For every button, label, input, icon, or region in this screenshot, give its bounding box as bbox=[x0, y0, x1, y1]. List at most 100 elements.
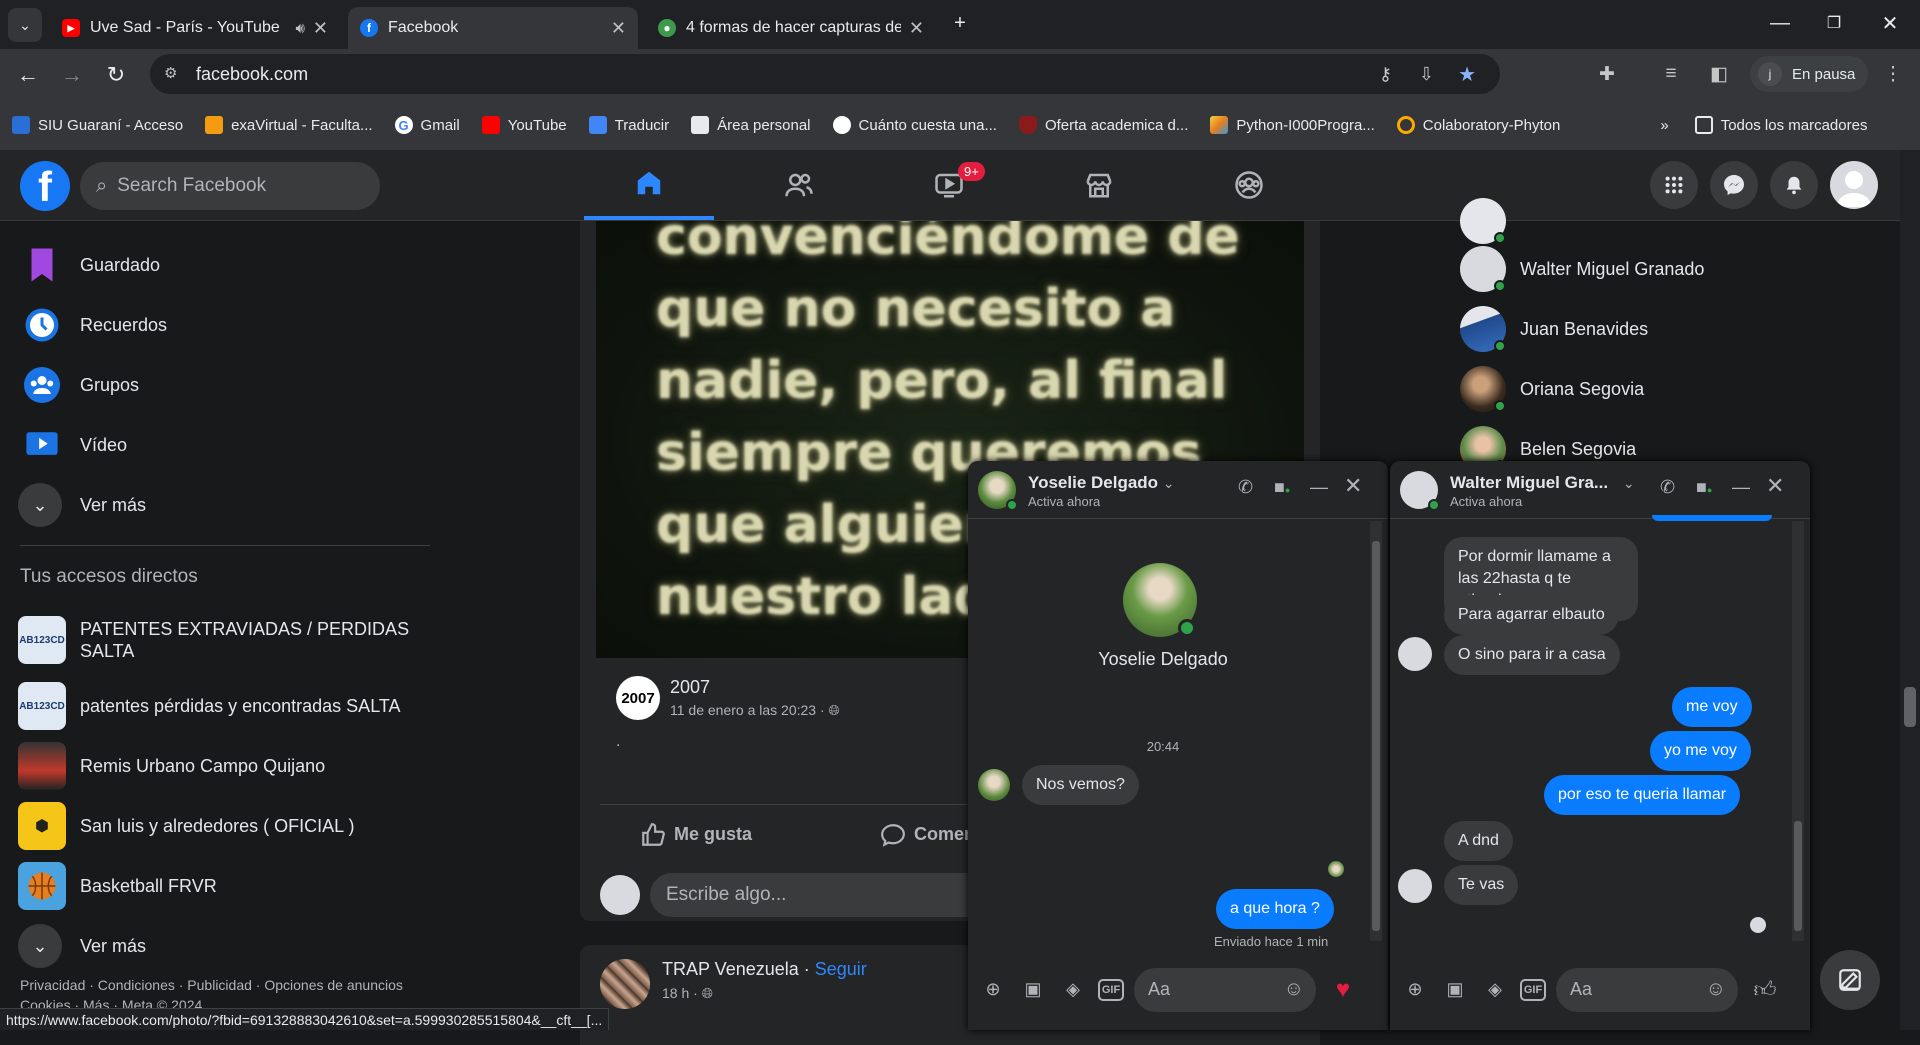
tab-search-button[interactable]: ⌄ bbox=[8, 8, 42, 42]
nav-watch[interactable]: 9+ bbox=[884, 150, 1014, 220]
scrollbar-thumb[interactable] bbox=[1904, 687, 1916, 727]
new-tab-icon[interactable]: + bbox=[940, 8, 980, 38]
tab-facebook[interactable]: f Facebook ✕ bbox=[348, 7, 638, 49]
shortcut-item[interactable]: ⬢ San luis y alrededores ( OFICIAL ) bbox=[18, 798, 354, 854]
sidebar-item-saved[interactable]: Guardado bbox=[18, 237, 160, 293]
browser-menu-icon[interactable]: ⋮ bbox=[1878, 59, 1908, 89]
chat-name[interactable]: Yoselie Delgado ⌄ bbox=[1028, 473, 1175, 493]
bookmark-item[interactable]: SIU Guaraní - Acceso bbox=[12, 116, 183, 134]
nav-marketplace[interactable] bbox=[1034, 150, 1164, 220]
search-input[interactable] bbox=[117, 175, 338, 197]
search-bar[interactable]: ⌕ bbox=[80, 162, 380, 210]
chat-name[interactable]: Walter Miguel Gra... ⌄ bbox=[1450, 473, 1635, 493]
extensions-icon[interactable]: ✚ bbox=[1592, 59, 1622, 89]
bookmark-item[interactable]: G Gmail bbox=[394, 116, 460, 134]
close-tab-icon[interactable]: ✕ bbox=[313, 18, 328, 39]
close-chat-icon[interactable]: ✕ bbox=[1344, 473, 1362, 499]
notifications-button[interactable] bbox=[1770, 161, 1818, 209]
back-icon[interactable]: ← bbox=[12, 59, 44, 91]
post-date[interactable]: 11 de enero a las 20:23 · bbox=[670, 702, 825, 718]
close-window-icon[interactable]: ✕ bbox=[1870, 8, 1910, 38]
emoji-icon[interactable]: ☺ bbox=[1284, 978, 1304, 1001]
bookmark-item[interactable]: Oferta academica d... bbox=[1018, 116, 1188, 134]
all-bookmarks-folder[interactable]: Todos los marcadores bbox=[1694, 116, 1867, 134]
install-app-icon[interactable]: ⇩ bbox=[1419, 64, 1434, 85]
add-circle-icon[interactable]: ⊕ bbox=[1400, 975, 1430, 1005]
bookmark-item[interactable]: Área personal bbox=[691, 116, 811, 134]
message-bubble[interactable]: Para agarrar elbauto bbox=[1444, 595, 1619, 635]
shortcuts-see-more[interactable]: ⌄ Ver más bbox=[18, 918, 146, 974]
message-bubble[interactable]: Nos vemos? bbox=[1022, 765, 1139, 805]
tab-youtube[interactable]: ▶ Uve Sad - París - YouTube 🔊︎ ✕ bbox=[50, 7, 340, 49]
follow-button[interactable]: Seguir bbox=[815, 959, 867, 979]
sticker-icon[interactable]: ◈ bbox=[1058, 975, 1088, 1005]
shortcut-item[interactable]: AB123CD patentes pérdidas y encontradas … bbox=[18, 678, 401, 734]
shortcut-item[interactable]: AB123CD PATENTES EXTRAVIADAS / PERDIDAS … bbox=[18, 610, 418, 670]
post-time[interactable]: 18 h · bbox=[662, 985, 698, 1001]
bookmark-item[interactable]: Python-I000Progra... bbox=[1210, 116, 1375, 134]
bookmark-star-icon[interactable]: ★ bbox=[1458, 62, 1476, 87]
video-call-icon[interactable]: ■● bbox=[1274, 477, 1290, 498]
page-scrollbar[interactable] bbox=[1900, 150, 1920, 1030]
contact-item[interactable]: Oriana Segovia bbox=[1460, 361, 1644, 417]
facebook-logo-icon[interactable]: f bbox=[20, 161, 70, 211]
close-tab-icon[interactable]: ✕ bbox=[611, 18, 626, 39]
contact-item[interactable]: Walter Miguel Granado bbox=[1460, 241, 1704, 297]
password-key-icon[interactable]: ⚷ bbox=[1379, 64, 1392, 85]
gif-icon[interactable]: GIF bbox=[1098, 978, 1124, 1001]
message-bubble[interactable]: A dnd bbox=[1444, 821, 1513, 861]
bookmark-item[interactable]: YouTube bbox=[481, 116, 567, 134]
photo-icon[interactable]: ▣ bbox=[1018, 975, 1048, 1005]
nav-home[interactable] bbox=[584, 150, 714, 220]
messenger-button[interactable] bbox=[1710, 161, 1758, 209]
contact-item[interactable]: Juan Benavides bbox=[1460, 301, 1648, 357]
close-tab-icon[interactable]: ✕ bbox=[909, 18, 924, 39]
scrollbar-thumb[interactable] bbox=[1794, 821, 1802, 931]
nav-groups[interactable] bbox=[1184, 150, 1314, 220]
heart-icon[interactable]: ♥ bbox=[1328, 975, 1358, 1005]
message-bubble[interactable]: O sino para ir a casa bbox=[1444, 635, 1620, 675]
scrollbar-thumb[interactable] bbox=[1372, 541, 1380, 931]
emoji-icon[interactable]: ☺ bbox=[1706, 978, 1726, 1001]
sidebar-item-memories[interactable]: Recuerdos bbox=[18, 297, 167, 353]
post-author-name[interactable]: 2007 bbox=[670, 677, 840, 698]
bookmark-item[interactable]: Traducir bbox=[588, 116, 669, 134]
sidebar-see-more[interactable]: ⌄ Ver más bbox=[18, 477, 146, 533]
add-circle-icon[interactable]: ⊕ bbox=[978, 975, 1008, 1005]
minimize-window-icon[interactable]: — bbox=[1760, 8, 1800, 38]
media-queue-icon[interactable]: ≡ bbox=[1656, 59, 1686, 89]
phone-call-icon[interactable]: ✆ bbox=[1660, 477, 1675, 498]
close-chat-icon[interactable]: ✕ bbox=[1766, 473, 1784, 499]
shortcut-item[interactable]: Basketball FRVR bbox=[18, 858, 217, 914]
chat-scrollbar[interactable] bbox=[1370, 521, 1382, 941]
profile-button[interactable]: j En pausa bbox=[1750, 56, 1868, 92]
address-bar[interactable]: ⚙ facebook.com ⚷ ⇩ ★ bbox=[150, 54, 1500, 94]
post-author-avatar[interactable]: 2007 bbox=[616, 676, 660, 720]
sidebar-item-video[interactable]: Vídeo bbox=[18, 417, 127, 473]
minimize-chat-icon[interactable]: — bbox=[1732, 477, 1750, 498]
message-bubble[interactable]: a que hora ? bbox=[1216, 889, 1334, 929]
message-input[interactable]: Aa ☺ bbox=[1134, 967, 1316, 1012]
new-message-button[interactable] bbox=[1820, 950, 1880, 1010]
audio-playing-icon[interactable]: 🔊︎ bbox=[295, 20, 304, 37]
account-avatar[interactable] bbox=[1830, 161, 1878, 209]
side-panel-icon[interactable]: ◧ bbox=[1704, 59, 1734, 89]
message-bubble[interactable]: me voy bbox=[1672, 687, 1752, 727]
post-author-name[interactable]: TRAP Venezuela bbox=[662, 959, 799, 979]
nav-friends[interactable] bbox=[734, 150, 864, 220]
page-avatar[interactable] bbox=[600, 959, 650, 1009]
sidebar-item-groups[interactable]: Grupos bbox=[18, 357, 139, 413]
like-button[interactable]: Me gusta bbox=[640, 822, 752, 848]
bookmark-item[interactable]: Cuánto cuesta una... bbox=[832, 116, 997, 134]
bookmark-item[interactable]: Colaboratory-Phyton bbox=[1396, 116, 1560, 134]
forward-icon[interactable]: → bbox=[56, 59, 88, 91]
url-text[interactable]: facebook.com bbox=[196, 64, 308, 85]
photo-icon[interactable]: ▣ bbox=[1440, 975, 1470, 1005]
bookmark-item[interactable]: exaVirtual - Faculta... bbox=[205, 116, 373, 134]
phone-call-icon[interactable]: ✆ bbox=[1238, 477, 1253, 498]
message-bubble[interactable]: por eso te queria llamar bbox=[1544, 775, 1741, 815]
message-bubble[interactable]: yo me voy bbox=[1650, 731, 1751, 771]
video-call-icon[interactable]: ■● bbox=[1696, 477, 1712, 498]
minimize-chat-icon[interactable]: — bbox=[1310, 477, 1328, 498]
sticker-icon[interactable]: ◈ bbox=[1480, 975, 1510, 1005]
